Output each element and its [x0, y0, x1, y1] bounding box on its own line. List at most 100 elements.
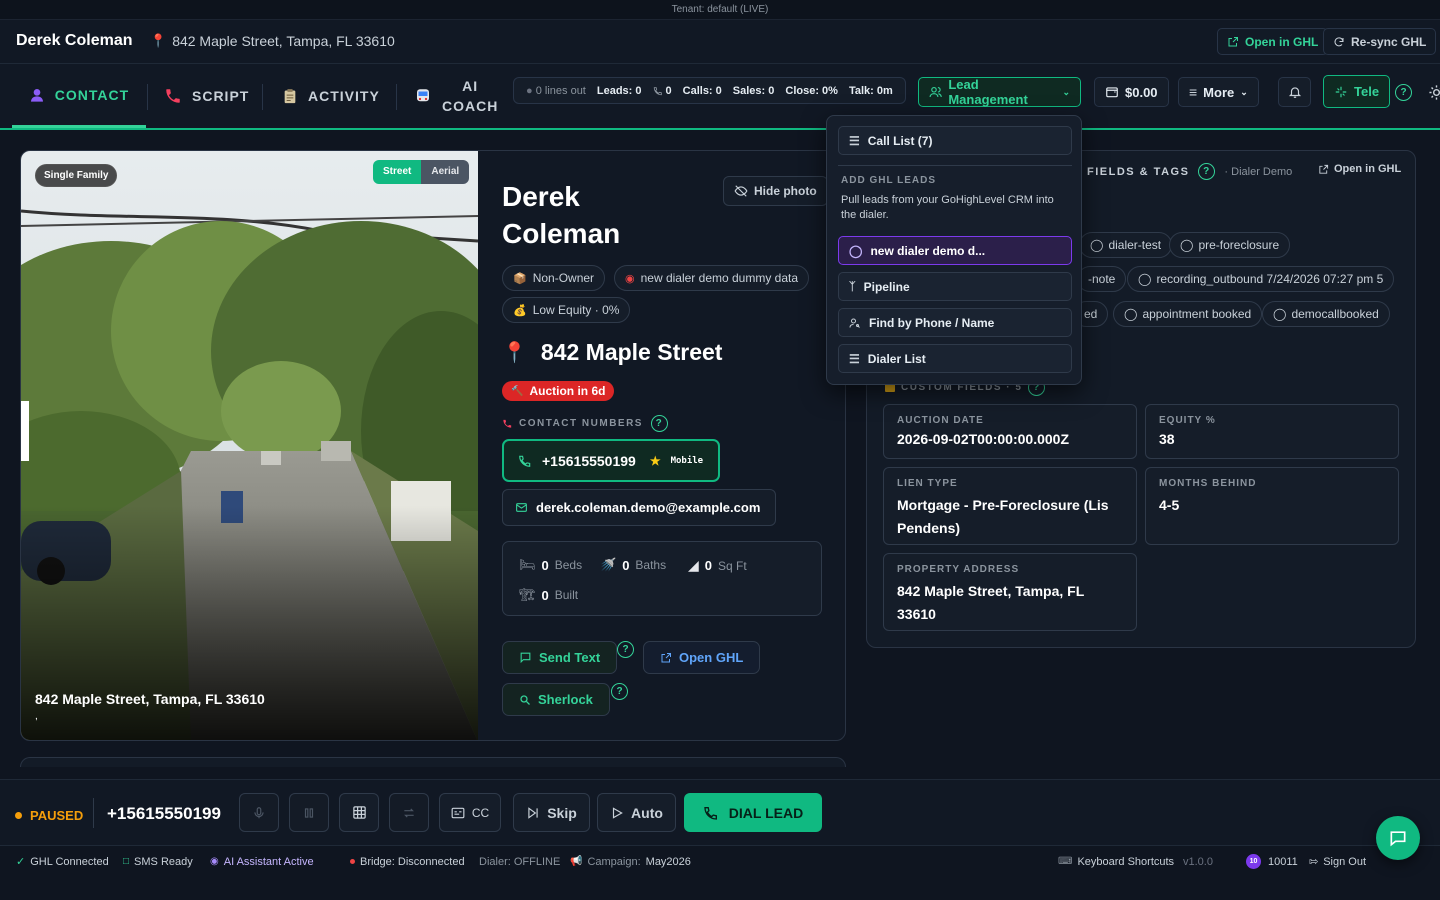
help-icon[interactable]: ?	[650, 415, 668, 432]
tag-chip[interactable]: ◯ pre-foreclosure	[1169, 232, 1291, 258]
top-bar: Derek Coleman 📍 842 Maple Street, Tampa,…	[0, 20, 1440, 64]
lead-management-button[interactable]: Lead Management ⌄	[918, 77, 1081, 107]
keyboard-shortcuts-link[interactable]: ⌨ Keyboard Shortcuts	[1058, 846, 1174, 877]
mute-button[interactable]	[239, 793, 279, 832]
tag-icon: ◯	[1090, 238, 1104, 252]
tele-button[interactable]: Tele	[1323, 75, 1391, 108]
panel-open-in-ghl[interactable]: Open in GHL	[1318, 163, 1401, 175]
notifications-button[interactable]	[1278, 77, 1311, 107]
tab-divider	[396, 84, 397, 110]
transfer-button[interactable]	[389, 793, 429, 832]
check-icon: ✓	[16, 856, 26, 868]
phone-icon	[519, 455, 531, 467]
lead-management-dropdown: ☰ Call List (7) ADD GHL LEADS Pull leads…	[826, 115, 1082, 385]
skip-button[interactable]: Skip	[513, 793, 590, 832]
tag-chip[interactable]: ◯ democallbooked	[1262, 301, 1390, 327]
help-icon[interactable]: ?	[1198, 163, 1216, 180]
stats-bar: ● 0 lines out Leads: 0 0 Calls: 0 Sales:…	[513, 77, 906, 104]
contact-numbers-label: CONTACT NUMBERS ?	[502, 415, 668, 432]
eye-off-icon	[734, 185, 748, 197]
tag-chip[interactable]: ◯ recording_outbound 7/24/2026 07:27 pm 5	[1127, 266, 1395, 292]
box-icon: 📦	[513, 272, 527, 285]
call-list-item[interactable]: ☰ Call List (7)	[838, 126, 1072, 155]
aerial-view-button[interactable]: Aerial	[421, 160, 470, 184]
email-field[interactable]: derek.coleman.demo@example.com	[502, 489, 776, 526]
hold-button[interactable]	[289, 793, 329, 832]
add-ghl-leads-desc: Pull leads from your GoHighLevel CRM int…	[841, 194, 1054, 221]
close-rate: Close: 0%	[785, 84, 838, 97]
money-bag-icon: 💰	[513, 304, 527, 317]
tab-ai-coach[interactable]: AI COACH	[414, 64, 498, 128]
bell-icon	[1288, 87, 1301, 98]
tenant-label: Tenant: default (LIVE)	[0, 0, 1440, 20]
star-icon: ★	[649, 453, 661, 468]
version-label: v1.0.0	[1183, 855, 1213, 868]
skip-icon	[528, 806, 538, 819]
calls-count: Calls: 0	[682, 84, 722, 97]
tag-chip[interactable]: ◯ appointment booked	[1113, 301, 1263, 327]
status-dot-icon	[15, 812, 22, 819]
tab-contact[interactable]: CONTACT	[12, 64, 146, 128]
play-icon	[612, 806, 623, 819]
help-icon[interactable]: ?	[617, 641, 634, 658]
tag-icon: ◯	[1138, 272, 1152, 286]
spec-beds: 🛏 0 Beds	[519, 557, 583, 573]
settings-icon[interactable]	[1428, 84, 1440, 101]
primary-phone[interactable]: +15615550199 ★ Mobile	[502, 439, 720, 482]
sparkle-icon	[1335, 86, 1347, 97]
balance-button[interactable]: $0.00	[1094, 77, 1169, 107]
tab-script[interactable]: SCRIPT	[164, 64, 249, 128]
hide-photo-button[interactable]: Hide photo	[723, 176, 828, 206]
chat-button[interactable]	[1376, 816, 1420, 860]
open-ghl-button[interactable]: Open GHL	[643, 641, 761, 674]
dialer-status-text: Dialer: OFFLINE	[479, 855, 561, 868]
dropdown-find-by-phone[interactable]: Find by Phone / Name	[838, 308, 1072, 337]
tab-activity[interactable]: ACTIVITY	[282, 64, 380, 128]
more-button[interactable]: ≡ More ⌄	[1178, 77, 1259, 107]
field-months-behind: MONTHS BEHIND 4-5	[1145, 467, 1399, 545]
tag-icon: ◯	[1180, 238, 1194, 252]
pin-icon: 📍	[150, 33, 167, 48]
chip-equity: 💰 Low Equity · 0%	[502, 297, 631, 323]
open-in-ghl-button[interactable]: Open in GHL	[1217, 28, 1329, 55]
user-search-icon	[849, 318, 860, 328]
avatar: 10	[1246, 854, 1261, 869]
keypad-button[interactable]	[339, 793, 379, 832]
phone-count: 0	[653, 85, 672, 97]
sherlock-button[interactable]: Sherlock	[502, 683, 610, 716]
wallet-icon	[1106, 87, 1118, 98]
street-view-button[interactable]: Street	[373, 160, 422, 184]
help-icon[interactable]: ?	[1395, 84, 1412, 101]
building-icon: 🏗	[519, 587, 536, 602]
dropdown-dialer-list[interactable]: ☰ Dialer List	[838, 344, 1072, 373]
send-text-button[interactable]: Send Text	[502, 641, 618, 674]
dropdown-new-dialer-demo[interactable]: ◯ new dialer demo d...	[838, 236, 1072, 265]
field-equity: EQUITY % 38	[1145, 404, 1399, 459]
lines-out: ● 0 lines out	[526, 84, 586, 97]
megaphone-icon: 📢	[570, 856, 583, 867]
user-icon	[30, 88, 43, 102]
dropdown-pipeline[interactable]: ᛉ Pipeline	[838, 272, 1072, 301]
tag-chip[interactable]: -note	[1077, 266, 1127, 292]
captions-button[interactable]: CC	[439, 793, 501, 832]
ghl-status: ✓ GHL Connected	[16, 855, 109, 869]
menu-icon: ≡	[1189, 84, 1198, 100]
ruler-icon: ◢	[688, 557, 699, 573]
property-type-tag: Single Family	[35, 164, 118, 187]
resync-ghl-button[interactable]: Re-sync GHL	[1323, 28, 1437, 55]
sign-out-link[interactable]: ⇰ Sign Out	[1309, 846, 1366, 877]
dial-lead-button[interactable]: DIAL LEAD	[684, 793, 822, 832]
tab-divider	[262, 84, 263, 110]
help-icon[interactable]: ?	[611, 683, 628, 700]
field-auction-date: AUCTION DATE 2026-09-02T00:00:00.000Z	[883, 404, 1137, 459]
message-icon	[520, 652, 531, 664]
spec-built: 🏗 0 Built	[519, 587, 579, 603]
phone-icon	[704, 806, 717, 820]
auto-button[interactable]: Auto	[597, 793, 676, 832]
chip-list-source: ◉ new dialer demo dummy data	[614, 265, 810, 291]
phone-icon	[503, 419, 512, 428]
tag-chip[interactable]: ◯ dialer-test	[1079, 232, 1173, 258]
campaign-status: 📢 Campaign: May2026	[570, 855, 691, 868]
shower-icon: 🚿	[600, 557, 617, 572]
gavel-icon: 🔨	[511, 385, 524, 397]
